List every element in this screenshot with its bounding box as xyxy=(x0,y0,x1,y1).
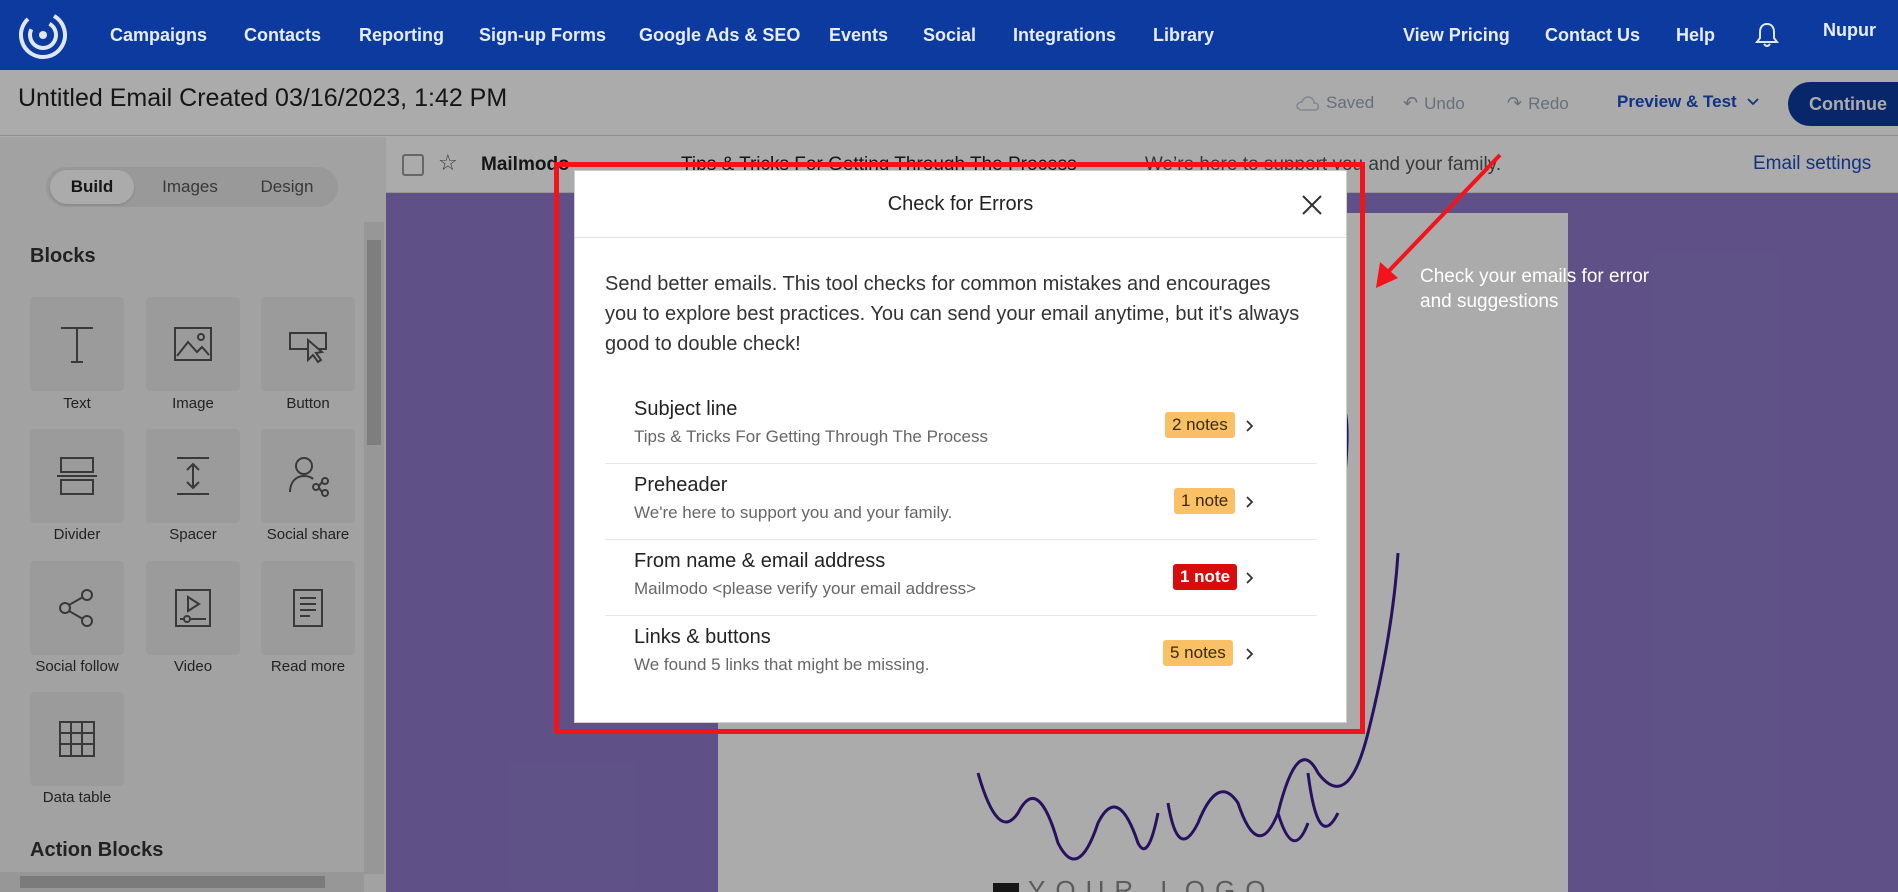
notes-badge: 5 notes xyxy=(1163,640,1233,666)
row-subtitle: We're here to support you and your famil… xyxy=(634,503,953,522)
check-row-from-name[interactable]: From name & email address Mailmodo <plea… xyxy=(605,540,1317,616)
app-logo-icon[interactable] xyxy=(18,10,68,60)
notes-badge: 1 note xyxy=(1174,488,1236,514)
check-row-preheader[interactable]: Preheader We're here to support you and … xyxy=(605,464,1317,540)
nav-google-ads-seo[interactable]: Google Ads & SEO xyxy=(639,0,800,70)
nav-contact-us[interactable]: Contact Us xyxy=(1545,0,1640,70)
notes-badge-error: 1 note xyxy=(1173,564,1238,590)
nav-events[interactable]: Events xyxy=(829,0,888,70)
row-subtitle: Mailmodo <please verify your email addre… xyxy=(634,579,977,598)
nav-view-pricing[interactable]: View Pricing xyxy=(1403,0,1510,70)
modal-header: Check for Errors xyxy=(575,171,1346,238)
nav-contacts[interactable]: Contacts xyxy=(244,0,321,70)
nav-reporting[interactable]: Reporting xyxy=(359,0,444,70)
notes-badge: 2 notes xyxy=(1165,412,1235,438)
top-nav: Campaigns Contacts Reporting Sign-up For… xyxy=(0,0,1898,70)
chevron-right-icon xyxy=(1246,572,1254,584)
nav-integrations[interactable]: Integrations xyxy=(1013,0,1116,70)
nav-signup-forms[interactable]: Sign-up Forms xyxy=(479,0,606,70)
chevron-right-icon xyxy=(1246,420,1254,432)
modal-intro-text: Send better emails. This tool checks for… xyxy=(605,273,1300,355)
nav-campaigns[interactable]: Campaigns xyxy=(110,0,207,70)
chevron-right-icon xyxy=(1246,648,1254,660)
annotation-text: Check your emails for error and suggesti… xyxy=(1420,266,1650,312)
bell-icon[interactable] xyxy=(1755,22,1779,48)
close-icon[interactable] xyxy=(1300,193,1324,217)
nav-library[interactable]: Library xyxy=(1153,0,1214,70)
chevron-right-icon xyxy=(1246,496,1254,508)
nav-social[interactable]: Social xyxy=(923,0,976,70)
row-title: Links & buttons xyxy=(634,626,771,648)
row-title: From name & email address xyxy=(634,550,886,572)
check-errors-modal: Check for Errors Send better emails. Thi… xyxy=(574,170,1347,723)
check-row-links-buttons[interactable]: Links & buttons We found 5 links that mi… xyxy=(605,616,1317,692)
nav-help[interactable]: Help xyxy=(1676,0,1715,70)
row-title: Subject line xyxy=(634,398,738,420)
row-title: Preheader xyxy=(634,474,728,496)
row-subtitle: Tips & Tricks For Getting Through The Pr… xyxy=(634,427,988,446)
user-menu[interactable]: Nupur xyxy=(1823,0,1876,65)
check-row-subject-line[interactable]: Subject line Tips & Tricks For Getting T… xyxy=(605,388,1317,464)
modal-title: Check for Errors xyxy=(887,193,1034,215)
row-subtitle: We found 5 links that might be missing. xyxy=(634,655,930,674)
